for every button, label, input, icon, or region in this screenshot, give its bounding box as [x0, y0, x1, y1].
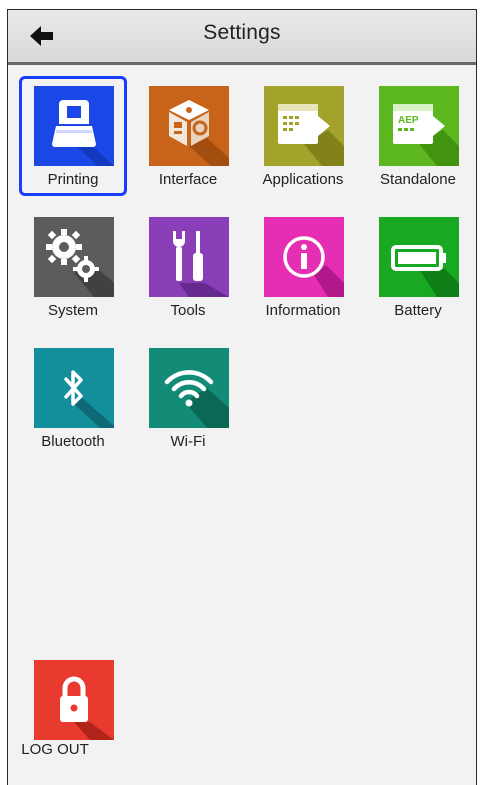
tile-label: Tools [170, 302, 206, 319]
gears-icon [46, 229, 114, 297]
bluetooth-tile-background [34, 348, 114, 428]
tile-label: LOG OUT [21, 741, 89, 758]
logout-tile-background [34, 660, 114, 740]
information-tile-background [264, 217, 344, 297]
tile-information[interactable]: Information [248, 213, 358, 335]
wifi-tile-background [149, 348, 229, 428]
tile-label: Standalone [380, 171, 456, 188]
wifi-icon [164, 370, 229, 428]
tile-label: Applications [262, 171, 344, 188]
battery-tile-background [379, 217, 459, 297]
tile-wifi[interactable]: Wi-Fi [133, 344, 243, 466]
wrench-screwdriver-icon [173, 231, 229, 297]
bluetooth-icon [63, 370, 114, 428]
tools-tile-background [149, 217, 229, 297]
tile-bluetooth[interactable]: Bluetooth [18, 344, 128, 466]
applications-tile-background [264, 86, 344, 166]
tile-label: Interface [158, 171, 218, 188]
tile-label: System [47, 302, 98, 319]
tile-interface[interactable]: Interface [133, 82, 243, 204]
printing-tile-background [34, 86, 114, 166]
tile-printing[interactable]: Printing [18, 76, 128, 204]
tile-label: Printing [47, 171, 99, 188]
tile-label: Wi-Fi [170, 433, 206, 450]
system-tile-background [34, 217, 114, 297]
page-title: Settings [203, 21, 281, 44]
tile-label: Bluetooth [41, 433, 105, 450]
interface-tile-background [149, 86, 229, 166]
logout-button[interactable]: LOG OUT [18, 656, 128, 778]
device-screen: Settings Printing Interface Applications… [7, 9, 477, 785]
lock-icon [60, 676, 114, 740]
application-export-icon [278, 104, 344, 166]
tile-system[interactable]: System [18, 213, 128, 335]
tile-applications[interactable]: Applications [248, 82, 358, 204]
svg-text:AEP: AEP [398, 115, 419, 126]
tile-tools[interactable]: Tools [133, 213, 243, 335]
interface-box-icon [169, 100, 229, 166]
printer-icon [52, 100, 114, 166]
battery-icon [391, 245, 459, 297]
aep-export-icon: AEP [393, 104, 459, 166]
tile-battery[interactable]: Battery [363, 213, 473, 335]
tile-label: Battery [394, 302, 442, 319]
header-bar: Settings [8, 10, 476, 65]
standalone-tile-background: AEP [379, 86, 459, 166]
info-icon [283, 236, 344, 297]
tile-label: Information [265, 302, 341, 319]
tile-standalone[interactable]: AEP Standalone [363, 82, 473, 204]
